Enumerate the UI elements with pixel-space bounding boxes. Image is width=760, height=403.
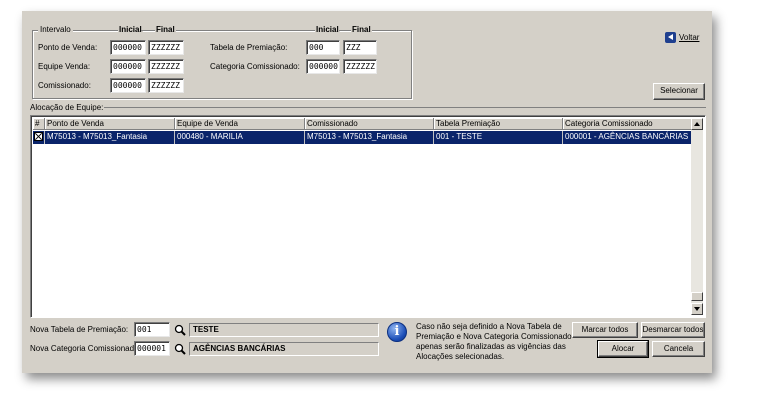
divider [107,30,113,31]
table-row[interactable]: M75013 - M75013_Fantasia 000480 - MARILI… [33,131,694,144]
intervalo-groupbox: Intervalo Inicial Final Inicial Final Po… [32,25,412,99]
tabela-premiacao-inicial-input[interactable]: 000 [306,40,340,55]
tabela-premiacao-final-input[interactable]: ZZZ [343,40,377,55]
comissionado-final-input[interactable]: ZZZZZZ [148,78,184,93]
categoria-final-input[interactable]: ZZZZZZ [343,59,377,74]
nova-categoria-input[interactable]: 000001 [134,341,170,356]
equipe-venda-final-input[interactable]: ZZZZZZ [148,59,184,74]
row-checkbox[interactable] [33,131,45,144]
selecionar-button[interactable]: Selecionar [653,83,705,100]
scroll-down-icon[interactable] [691,303,703,315]
search-icon[interactable] [174,324,186,336]
cell-comissionado: M75013 - M75013_Fantasia [305,131,434,144]
voltar-button[interactable]: Voltar [665,32,699,43]
alocacao-title: Alocação de Equipe: [30,103,104,112]
header-final-right: Final [351,25,372,34]
alocacao-window: Intervalo Inicial Final Inicial Final Po… [22,11,712,373]
cell-categoria: 000001 - AGÊNCIAS BANCÁRIAS [563,131,694,144]
categoria-inicial-input[interactable]: 000000 [306,59,340,74]
vertical-scrollbar[interactable] [691,118,703,315]
header-inicial-right: Inicial [315,25,340,34]
comissionado-inicial-input[interactable]: 000000 [110,78,146,93]
cell-ponto-venda: M75013 - M75013_Fantasia [45,131,175,144]
cell-tabela-premiacao: 001 - TESTE [434,131,563,144]
col-header-comissionado[interactable]: Comissionado [305,118,434,130]
ponto-venda-final-input[interactable]: ZZZZZZ [148,40,184,55]
ponto-venda-inicial-input[interactable]: 000000 [110,40,146,55]
nova-tabela-description: TESTE [189,323,379,337]
label-ponto-venda: Ponto de Venda: [38,43,98,52]
divider [141,30,145,31]
desmarcar-todos-button[interactable]: Desmarcar todos [641,322,705,338]
nova-categoria-description: AGÊNCIAS BANCÁRIAS [189,342,379,356]
info-icon: i [387,322,407,342]
info-message: Caso não seja definido a Nova Tabela de … [416,322,572,361]
col-header-check[interactable]: # [33,118,45,130]
alocacao-grid[interactable]: # Ponto de Venda Equipe de Venda Comissi… [30,115,706,318]
scroll-thumb[interactable] [691,292,703,301]
label-nova-categoria: Nova Categoria Comissionado: [30,344,141,353]
label-tabela-premiacao: Tabela de Premiação: [210,43,288,52]
equipe-venda-inicial-input[interactable]: 000000 [110,59,146,74]
label-equipe-venda: Equipe Venda: [38,62,91,71]
scroll-up-icon[interactable] [691,118,703,130]
intervalo-title: Intervalo [38,25,73,34]
marcar-todos-button[interactable]: Marcar todos [572,322,638,338]
label-categoria-comissionado: Categoria Comissionado: [210,62,300,71]
cell-equipe-venda: 000480 - MARILIA [175,131,305,144]
back-arrow-icon [665,32,676,43]
search-icon[interactable] [174,343,186,355]
divider [104,107,706,108]
header-inicial-left: Inicial [118,25,143,34]
header-final-left: Final [155,25,176,34]
divider [183,30,187,31]
alocar-button[interactable]: Alocar [597,340,649,358]
voltar-label: Voltar [679,33,700,42]
cancela-button[interactable]: Cancela [652,341,705,357]
col-header-ponto-venda[interactable]: Ponto de Venda [45,118,175,130]
col-header-categoria[interactable]: Categoria Comissionado [563,118,694,130]
checkbox-checked-icon [34,132,43,141]
divider [339,30,343,31]
col-header-tabela-premiacao[interactable]: Tabela Premiação [434,118,563,130]
label-nova-tabela: Nova Tabela de Premiação: [30,325,129,334]
label-comissionado: Comissionado: [38,81,91,90]
grid-header: # Ponto de Venda Equipe de Venda Comissi… [33,118,694,130]
col-header-equipe-venda[interactable]: Equipe de Venda [175,118,305,130]
nova-tabela-input[interactable]: 001 [134,322,170,337]
